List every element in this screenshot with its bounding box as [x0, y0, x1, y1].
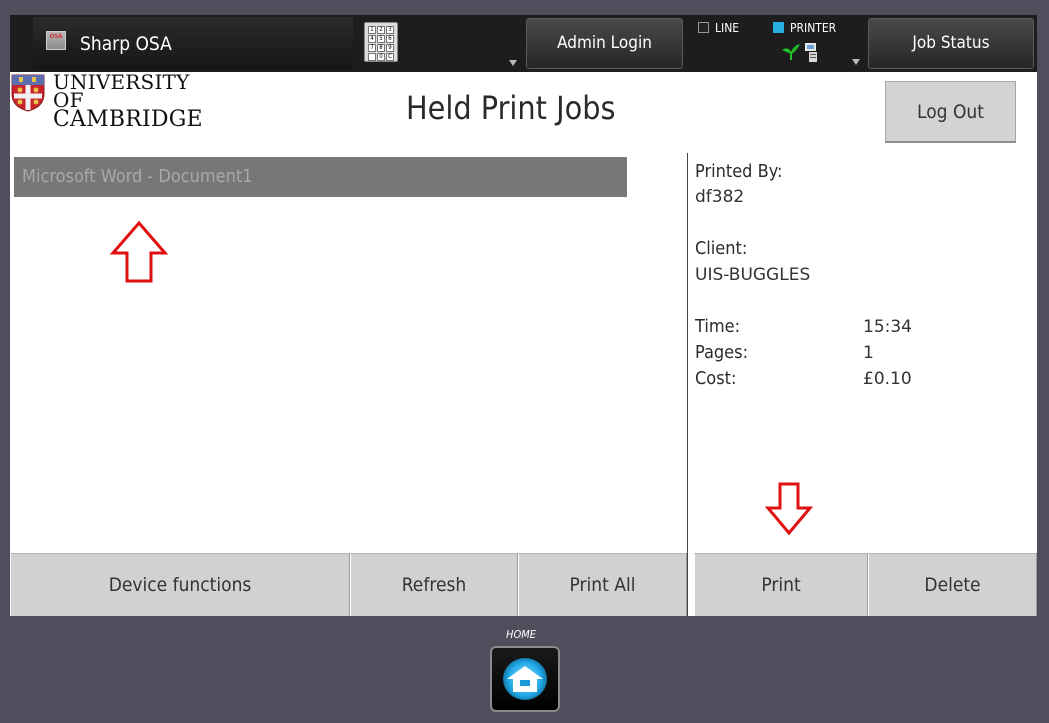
university-logo: UNIVERSITY OF CAMBRIDGE	[10, 72, 220, 131]
chevron-down-icon[interactable]	[509, 60, 517, 66]
pages-value: 1	[863, 343, 874, 363]
keypad-key: 3	[386, 26, 394, 34]
printer-status: PRINTER	[773, 21, 836, 35]
job-list-item[interactable]: Microsoft Word - Document1	[14, 157, 627, 197]
keypad-key: 7	[368, 44, 376, 52]
keypad-key: C	[386, 53, 394, 61]
app-selector[interactable]: OSA Sharp OSA	[33, 17, 353, 70]
line-status: LINE	[698, 21, 739, 35]
keypad-key: 4	[368, 35, 376, 43]
print-button[interactable]: Print	[694, 553, 868, 616]
cost-label: Cost:	[695, 368, 737, 389]
keypad-key	[368, 53, 376, 61]
time-value: 15:34	[863, 317, 912, 337]
client-label: Client:	[695, 238, 748, 259]
down-arrow-annotation	[765, 482, 813, 536]
log-out-button[interactable]: Log Out	[885, 81, 1016, 143]
printer-status-indicator	[773, 22, 784, 33]
refresh-button[interactable]: Refresh	[350, 553, 518, 616]
admin-login-button[interactable]: Admin Login	[526, 18, 683, 69]
printed-by-value: df382	[695, 187, 745, 207]
cost-value: £0.10	[863, 369, 912, 389]
line-status-label: LINE	[715, 21, 740, 35]
keypad-key: 1	[368, 26, 376, 34]
client-value: UIS-BUGGLES	[695, 265, 811, 285]
app-title: Sharp OSA	[80, 33, 172, 55]
touch-screen: OSA Sharp OSA 1 2 3 4 5 6 7 8 9 0 C Admi…	[10, 15, 1037, 616]
panel-divider	[687, 153, 688, 616]
university-name-line1: UNIVERSITY OF	[53, 70, 190, 112]
home-button[interactable]	[490, 646, 560, 712]
page-title: Held Print Jobs	[406, 89, 616, 127]
time-label: Time:	[695, 316, 741, 337]
home-icon	[507, 666, 543, 692]
delete-button[interactable]: Delete	[868, 553, 1037, 616]
job-status-button[interactable]: Job Status	[868, 18, 1034, 69]
printed-by-label: Printed By:	[695, 161, 783, 182]
keypad-key: 5	[377, 35, 385, 43]
keypad-key: 9	[386, 44, 394, 52]
keypad-key: 6	[386, 35, 394, 43]
line-status-indicator	[698, 22, 709, 33]
pages-label: Pages:	[695, 342, 749, 363]
crest-icon	[11, 74, 45, 112]
top-bar: OSA Sharp OSA 1 2 3 4 5 6 7 8 9 0 C Admi…	[10, 15, 1037, 72]
up-arrow-annotation	[110, 220, 168, 283]
printer-status-label: PRINTER	[790, 21, 837, 35]
chevron-down-icon[interactable]	[852, 59, 860, 65]
university-name-line2: CAMBRIDGE	[53, 107, 203, 132]
keypad-key: 0	[377, 53, 385, 61]
university-name: UNIVERSITY OF CAMBRIDGE	[53, 70, 220, 132]
device-functions-button[interactable]: Device functions	[10, 553, 350, 616]
keypad-key: 2	[377, 26, 385, 34]
osa-icon: OSA	[46, 31, 66, 50]
keypad-icon[interactable]: 1 2 3 4 5 6 7 8 9 0 C	[364, 22, 398, 62]
home-label: HOME	[506, 628, 537, 641]
printer-status-icon	[782, 43, 817, 62]
keypad-key: 8	[377, 44, 385, 52]
print-all-button[interactable]: Print All	[518, 553, 687, 616]
